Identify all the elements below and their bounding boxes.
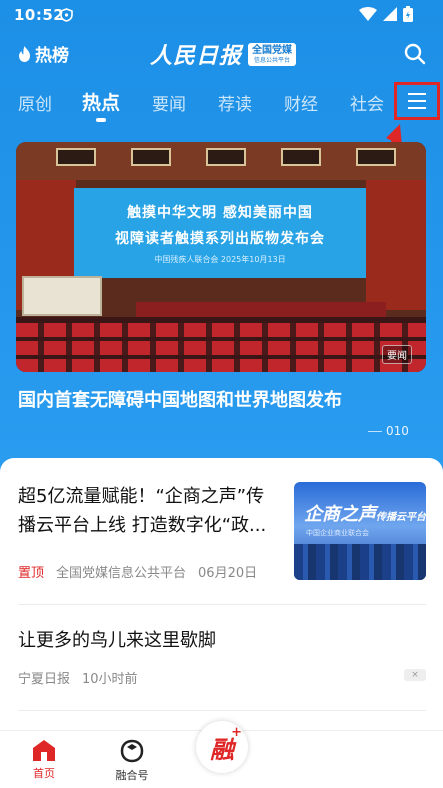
thumb-skyline: [294, 544, 426, 580]
map-display-board: [22, 276, 102, 316]
news-list: 超5亿流量赋能！“企商之声”传播云平台上线 打造数字化“政... 置顶 全国党媒…: [0, 458, 443, 738]
status-time: 10:52: [14, 6, 65, 24]
carousel-pager: 010: [368, 424, 409, 438]
news-date: 10小时前: [82, 672, 138, 687]
news-date: 06月20日: [198, 566, 258, 581]
tab-hot[interactable]: 热点: [82, 88, 120, 115]
tab-news[interactable]: 要闻: [152, 90, 186, 115]
right-curtain: [366, 180, 426, 310]
status-bar: 10:52: [0, 0, 443, 30]
stage-screen: 触摸中华文明 感知美丽中国 视障读者触摸系列出版物发布会 中国残疾人联合会 20…: [74, 188, 366, 278]
news-source: 宁夏日报: [18, 672, 71, 687]
menu-icon: [408, 93, 426, 109]
channel-tabs: 原创 热点 要闻 荐读 财经 社会: [0, 86, 443, 122]
tab-recommended[interactable]: 荐读: [218, 90, 252, 115]
divider: [18, 710, 426, 711]
bottom-navigation: 首页 融合号 融 +: [0, 721, 443, 788]
app-logo: 人民日报 全国党媒 信息公共平台: [150, 38, 297, 70]
fusion-account-icon: [120, 739, 144, 763]
fusion-center-button[interactable]: 融 +: [196, 721, 248, 773]
logo-text: 人民日报: [150, 43, 243, 69]
status-icons: [359, 6, 413, 22]
search-icon[interactable]: [403, 42, 427, 66]
news-item-meta: 置顶 全国党媒信息公共平台 06月20日: [18, 562, 257, 581]
thumb-subtitle: 中国企业商业联合会: [306, 529, 369, 537]
hero-tag: 要闻: [382, 345, 412, 364]
screen-line-2: 视障读者触摸系列出版物发布会: [115, 230, 325, 247]
shield-icon: [60, 8, 73, 22]
signal-icon: [383, 7, 397, 21]
hero-ceiling: [16, 142, 426, 180]
channel-menu-button[interactable]: [394, 82, 440, 120]
app-header: 热榜 人民日报 全国党媒 信息公共平台: [0, 34, 443, 74]
nav-home-label: 首页: [33, 767, 55, 780]
nav-fusion-account-label: 融合号: [115, 769, 149, 782]
home-icon: [33, 740, 55, 761]
logo-badge-sub: 信息公共平台: [254, 56, 291, 64]
screen-subtitle: 中国残疾人联合会 2025年10月13日: [154, 254, 286, 264]
pinned-badge: 置顶: [18, 566, 45, 581]
dismiss-button[interactable]: ×: [404, 669, 426, 681]
news-source: 全国党媒信息公共平台: [56, 566, 187, 581]
tab-finance[interactable]: 财经: [284, 90, 318, 115]
audience-seats: [16, 317, 426, 372]
nav-fusion-account[interactable]: 融合号: [102, 739, 162, 783]
hero-banner[interactable]: 触摸中华文明 感知美丽中国 视障读者触摸系列出版物发布会 中国残疾人联合会 20…: [16, 142, 426, 372]
wifi-icon: [359, 7, 377, 21]
flame-icon: [19, 45, 30, 62]
news-item-meta: 宁夏日报 10小时前: [18, 668, 138, 687]
battery-icon: [403, 6, 413, 22]
logo-badge-text: 全国党媒: [252, 44, 293, 56]
divider: [18, 604, 426, 605]
tab-original[interactable]: 原创: [18, 90, 52, 115]
nav-home[interactable]: 首页: [14, 739, 74, 781]
thumb-title: 企商之声传播云平台: [304, 504, 426, 525]
hot-rank-button[interactable]: 热榜: [18, 41, 69, 66]
plus-icon: +: [231, 725, 242, 740]
active-tab-indicator: [96, 118, 106, 122]
hero-title[interactable]: 国内首套无障碍中国地图和世界地图发布: [18, 386, 342, 412]
news-thumbnail[interactable]: 企商之声传播云平台 中国企业商业联合会: [294, 482, 426, 580]
news-item-title[interactable]: 让更多的鸟儿来这里歇脚: [18, 626, 216, 652]
pager-text: 010: [386, 424, 409, 438]
news-item-title[interactable]: 超5亿流量赋能！“企商之声”传播云平台上线 打造数字化“政...: [18, 482, 280, 540]
logo-badge: 全国党媒 信息公共平台: [248, 42, 297, 66]
tab-society[interactable]: 社会: [350, 90, 384, 115]
hot-rank-label: 热榜: [35, 46, 69, 66]
screen-line-1: 触摸中华文明 感知美丽中国: [127, 204, 313, 221]
